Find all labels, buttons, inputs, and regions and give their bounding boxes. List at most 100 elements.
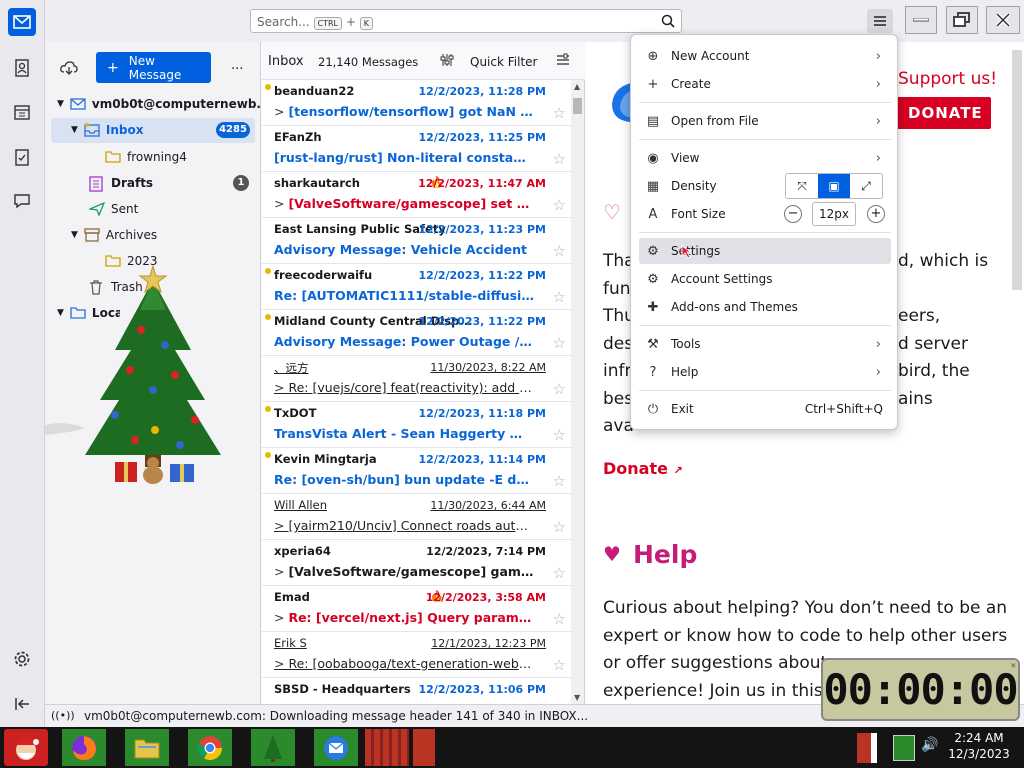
folder-inbox[interactable]: ▼ Inbox bbox=[71, 118, 144, 142]
star-icon[interactable]: ☆ bbox=[553, 150, 566, 168]
density-relaxed-button[interactable]: ⤢ bbox=[850, 174, 882, 198]
inbox-icon bbox=[84, 123, 100, 137]
message-row[interactable]: Midland County Central Disp... 12/2/2023,… bbox=[262, 310, 572, 356]
star-icon[interactable]: ☆ bbox=[553, 104, 566, 122]
folder-sent[interactable]: Sent bbox=[87, 197, 138, 221]
menu-tools[interactable]: ⚒ Tools › bbox=[639, 331, 891, 357]
unread-dot-icon bbox=[265, 452, 271, 458]
tasks-icon[interactable] bbox=[8, 143, 36, 171]
message-row[interactable]: sharkautarch 🔥 12/2/2023, 11:47 AM > [Valve… bbox=[262, 172, 572, 218]
message-subject: > [yairm210/Unciv] Connect roads automa.… bbox=[274, 518, 534, 533]
message-row[interactable]: freecoderwaifu 12/2/2023, 11:22 PM Re: [AU… bbox=[262, 264, 572, 310]
timer-close-icon[interactable]: ✕ bbox=[1011, 661, 1017, 671]
message-row[interactable]: TxDOT 12/2/2023, 11:18 PM TransVista Alert… bbox=[262, 402, 572, 448]
taskbar-window[interactable] bbox=[413, 729, 435, 766]
taskbar-firefox-icon[interactable] bbox=[62, 729, 106, 766]
menu-exit[interactable]: ⏻ Exit Ctrl+Shift+Q bbox=[639, 396, 891, 422]
folder-drafts[interactable]: Drafts bbox=[89, 171, 153, 195]
sent-icon bbox=[87, 201, 106, 217]
tray-volume-icon[interactable]: 🔊 bbox=[921, 737, 938, 753]
density-icon: ▦ bbox=[646, 178, 660, 194]
minimize-button[interactable] bbox=[905, 6, 937, 34]
message-row[interactable]: East Lansing Public Safety 12/2/2023, 11:… bbox=[262, 218, 572, 264]
message-row[interactable]: Will Allen 11/30/2023, 6:44 AM > [yairm210… bbox=[262, 494, 572, 540]
star-icon[interactable]: ☆ bbox=[553, 288, 566, 306]
tray-network-icon[interactable] bbox=[893, 735, 915, 761]
message-row[interactable]: 、远方 11/30/2023, 8:22 AM > Re: [vuejs/core]… bbox=[262, 356, 572, 402]
close-window-button[interactable] bbox=[986, 6, 1020, 34]
power-icon: ⏻ bbox=[647, 401, 659, 417]
folder-archives[interactable]: ▼ Archives bbox=[71, 223, 157, 247]
donate-button[interactable]: DONATE bbox=[886, 97, 991, 129]
message-row[interactable]: EFanZh 12/2/2023, 11:25 PM [rust-lang/rust… bbox=[262, 126, 572, 172]
menu-view[interactable]: ◉ View › bbox=[639, 145, 891, 171]
support-us-heading: Support us! bbox=[898, 69, 998, 89]
star-icon[interactable]: ☆ bbox=[553, 242, 566, 260]
menu-separator bbox=[639, 325, 891, 326]
account-row[interactable]: ▼ vm0b0t@computernewb... bbox=[57, 92, 270, 116]
restore-button[interactable] bbox=[946, 6, 978, 34]
menu-settings[interactable]: ⚙ Settings bbox=[639, 238, 891, 264]
star-icon[interactable]: ☆ bbox=[553, 564, 566, 582]
scroll-thumb[interactable] bbox=[573, 98, 582, 114]
menu-account-settings[interactable]: ⚙ Account Settings bbox=[639, 266, 891, 292]
star-icon[interactable]: ☆ bbox=[553, 518, 566, 536]
new-message-button[interactable]: + New Message bbox=[96, 52, 211, 83]
search-input[interactable]: Search... CTRL + K bbox=[250, 9, 682, 33]
message-row[interactable]: Erik S 12/1/2023, 12:23 PM > Re: [oobaboog… bbox=[262, 632, 572, 678]
message-row[interactable]: xperia64 12/2/2023, 7:14 PM > [ValveSoftwa… bbox=[262, 540, 572, 586]
settings-gear-icon[interactable] bbox=[8, 645, 36, 673]
star-icon[interactable]: ☆ bbox=[553, 472, 566, 490]
scroll-down-icon[interactable]: ▼ bbox=[574, 693, 580, 702]
display-options-icon[interactable] bbox=[556, 53, 570, 70]
density-normal-button[interactable]: ▣ bbox=[818, 174, 850, 198]
star-icon[interactable]: ☆ bbox=[553, 334, 566, 352]
kbd-ctrl: CTRL bbox=[313, 17, 342, 30]
menu-new-account[interactable]: ⊕ New Account › bbox=[639, 43, 891, 69]
collapse-spaces-icon[interactable] bbox=[8, 690, 36, 718]
font-size-value[interactable]: 12px bbox=[812, 202, 856, 226]
chat-icon[interactable] bbox=[8, 187, 36, 215]
star-icon[interactable]: ☆ bbox=[553, 426, 566, 444]
folder-pane-more-button[interactable]: ... bbox=[231, 58, 243, 73]
menu-addons-themes[interactable]: ✚ Add-ons and Themes bbox=[639, 294, 891, 320]
tray-flag-icon[interactable] bbox=[857, 733, 877, 763]
calendar-icon[interactable] bbox=[8, 98, 36, 126]
font-size-decrease-button[interactable]: − bbox=[784, 205, 802, 223]
taskbar-window-group[interactable] bbox=[365, 729, 409, 766]
message-scrollbar[interactable] bbox=[1012, 50, 1022, 290]
message-date: 12/2/2023, 3:58 AM bbox=[425, 591, 546, 604]
taskbar-tree-icon[interactable] bbox=[251, 729, 295, 766]
star-icon[interactable]: ☆ bbox=[553, 656, 566, 674]
message-subject: Re: [AUTOMATIC1111/stable-diffusion-... bbox=[274, 288, 534, 303]
message-row[interactable]: Emad 🔥 12/2/2023, 3:58 AM > Re: [vercel/nex… bbox=[262, 586, 572, 632]
folder-frowning4[interactable]: frowning4 bbox=[105, 145, 187, 169]
taskbar-thunderbird-icon[interactable] bbox=[314, 729, 358, 766]
message-row[interactable]: Kevin Mingtarja 12/2/2023, 11:14 PM Re: [o… bbox=[262, 448, 572, 494]
menu-open-from-file[interactable]: ▤ Open from File › bbox=[639, 108, 891, 134]
taskbar-chrome-icon[interactable] bbox=[188, 729, 232, 766]
star-icon[interactable]: ☆ bbox=[553, 610, 566, 628]
get-messages-icon[interactable] bbox=[60, 60, 78, 79]
density-compact-button[interactable]: ⤧ bbox=[786, 174, 818, 198]
thread-scrollbar[interactable]: ▲ ▼ bbox=[571, 80, 584, 704]
menu-help[interactable]: ? Help › bbox=[639, 359, 891, 385]
star-icon[interactable]: ☆ bbox=[553, 196, 566, 214]
menu-create[interactable]: + Create › bbox=[639, 71, 891, 97]
search-icon bbox=[661, 14, 675, 31]
message-row[interactable]: beanduan22 12/2/2023, 11:28 PM > [tensorfl… bbox=[262, 80, 572, 126]
message-date: 12/2/2023, 11:06 PM bbox=[418, 683, 546, 696]
donate-link[interactable]: Donate ↗ bbox=[603, 459, 683, 478]
taskbar-explorer-icon[interactable] bbox=[125, 729, 169, 766]
app-menu-button[interactable] bbox=[867, 9, 893, 33]
tray-clock[interactable]: 2:24 AM 12/3/2023 bbox=[944, 730, 1014, 762]
address-book-icon[interactable] bbox=[8, 54, 36, 82]
mail-space-icon[interactable] bbox=[8, 8, 36, 36]
start-button[interactable] bbox=[4, 729, 48, 766]
star-icon[interactable]: ☆ bbox=[553, 380, 566, 398]
scroll-up-icon[interactable]: ▲ bbox=[574, 82, 580, 91]
font-size-increase-button[interactable]: + bbox=[867, 205, 885, 223]
quick-filter-button[interactable]: Quick Filter bbox=[470, 55, 537, 69]
chevron-down-icon: ▼ bbox=[71, 230, 78, 240]
message-date: 12/2/2023, 7:14 PM bbox=[426, 545, 546, 558]
